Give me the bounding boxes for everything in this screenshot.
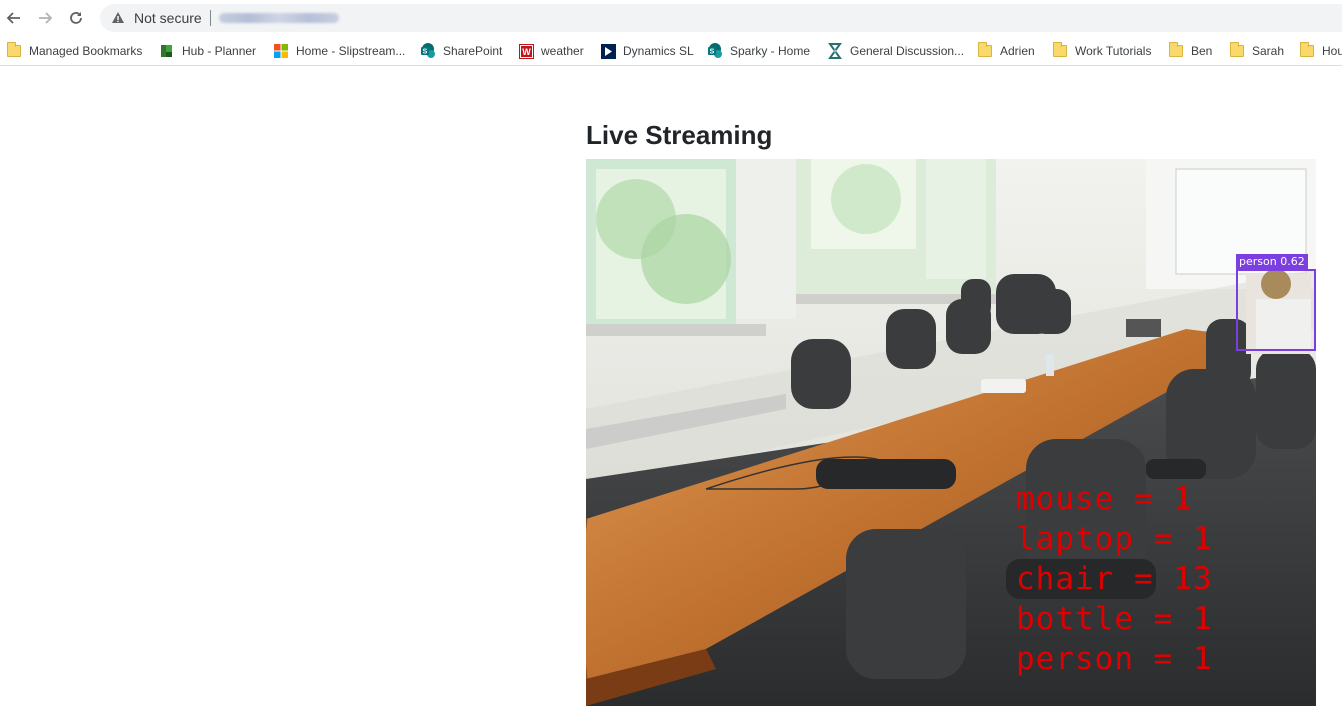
folder-icon [977, 42, 993, 59]
microsoft-icon [273, 43, 289, 59]
mouse-count: mouse = 1 [1016, 481, 1193, 517]
bookmark-label: Ben [1191, 44, 1213, 58]
bookmark-ben[interactable]: Ben [1168, 41, 1212, 61]
bookmark-sarah[interactable]: Sarah [1229, 41, 1284, 61]
laptop-count: laptop = 1 [1016, 521, 1213, 557]
folder-icon [1052, 42, 1068, 59]
bookmark-label: Hub - Planner [182, 44, 257, 58]
sharepoint-icon: S [707, 43, 723, 59]
bookmark-dynamics-sl[interactable]: Dynamics SL [600, 41, 694, 61]
bookmark-work-tutorials[interactable]: Work Tutorials [1052, 41, 1151, 61]
bottle-count: bottle = 1 [1016, 601, 1213, 637]
bookmark-label: weather [541, 44, 584, 58]
bookmark-hub-planner[interactable]: Hub - Planner [159, 41, 256, 61]
bookmark-general-discussion[interactable]: General Discussion... [827, 41, 964, 61]
bookmark-label: SharePoint [443, 44, 503, 58]
security-label[interactable]: Not secure [134, 10, 202, 26]
svg-text:W: W [522, 47, 531, 57]
bookmark-sharepoint[interactable]: S SharePoint [420, 41, 502, 61]
bookmark-label: Dynamics SL [623, 44, 694, 58]
forward-arrow-icon [39, 12, 53, 24]
bookmark-label: Adrien [1000, 44, 1035, 58]
bookmark-label: Home - Slipstream... [296, 44, 406, 58]
live-stream-video: person 0.62 mouse = 1 laptop = 1 chair =… [586, 159, 1316, 706]
redacted-url [218, 13, 339, 23]
detection-counts: mouse = 1 laptop = 1 chair = 13 bottle =… [1016, 479, 1213, 679]
sharepoint-icon: S [420, 43, 436, 59]
person-detection-label: person 0.62 [1236, 254, 1308, 269]
bookmark-label: General Discussion... [850, 44, 965, 58]
bookmark-label: Hou [1322, 44, 1342, 58]
warning-icon [110, 10, 126, 26]
bookmark-label: Sparky - Home [730, 44, 811, 58]
svg-text:S: S [423, 49, 428, 56]
chair-count: chair = 13 [1016, 561, 1213, 597]
back-arrow-icon [6, 12, 20, 24]
page-content: Live Streaming person 0.62 mouse = 1 lap… [0, 67, 1342, 716]
weather-icon: W [518, 43, 534, 59]
page-title: Live Streaming [586, 120, 773, 150]
person-count: person = 1 [1016, 641, 1213, 677]
person-detection-box [1236, 269, 1316, 351]
folder-icon [1168, 42, 1184, 59]
folder-icon [1229, 42, 1245, 59]
bookmark-hou[interactable]: Hou [1299, 41, 1342, 61]
bookmark-label: Managed Bookmarks [29, 44, 143, 58]
bookmark-home-slipstream[interactable]: Home - Slipstream... [273, 41, 405, 61]
forward-button[interactable] [33, 6, 57, 30]
bookmark-label: Work Tutorials [1075, 44, 1152, 58]
bookmark-label: Sarah [1252, 44, 1285, 58]
bookmark-sparky-home[interactable]: S Sparky - Home [707, 41, 810, 61]
reload-button[interactable] [64, 6, 88, 30]
discussion-icon [827, 43, 843, 59]
browser-toolbar: Not secure [0, 0, 1342, 36]
bookmark-adrien[interactable]: Adrien [977, 41, 1035, 61]
svg-text:S: S [710, 49, 715, 56]
planner-icon [159, 43, 175, 59]
back-button[interactable] [2, 6, 26, 30]
address-bar[interactable]: Not secure [100, 4, 1342, 32]
bookmarks-bar: Managed Bookmarks Hub - Planner Home - S… [0, 36, 1342, 66]
address-separator [209, 10, 211, 26]
folder-icon [1299, 42, 1315, 59]
dynamics-icon [600, 43, 616, 59]
bookmark-managed-bookmarks[interactable]: Managed Bookmarks [6, 41, 142, 61]
bookmark-weather[interactable]: W weather [518, 41, 584, 61]
folder-icon [6, 42, 22, 59]
reload-icon [70, 12, 82, 24]
